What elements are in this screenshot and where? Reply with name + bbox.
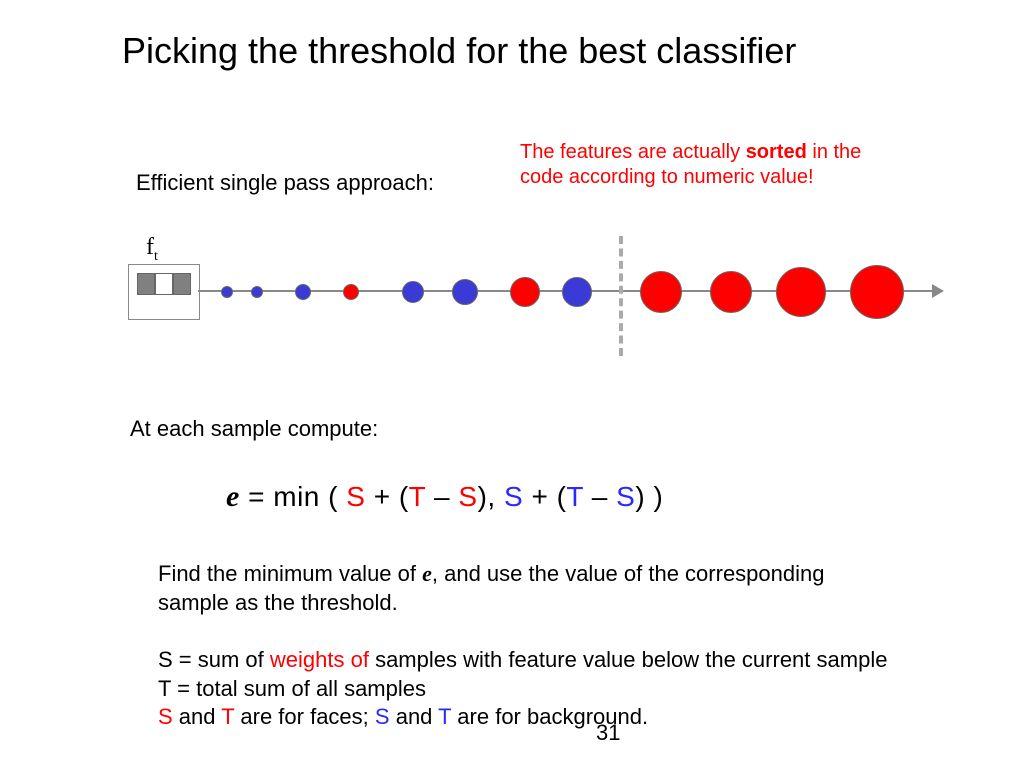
formula-T1: T (409, 481, 426, 512)
formula-dash2: – (584, 481, 617, 512)
page-number: 31 (596, 720, 620, 746)
sample-dot (776, 267, 826, 317)
note-pre: The features are actually (520, 141, 746, 163)
axis-label: ft (146, 234, 158, 265)
subtitle: Efficient single pass approach: (136, 170, 434, 196)
def-line1-red: weights of (270, 647, 369, 672)
formula-S1: S (346, 481, 365, 512)
sample-dot (452, 279, 478, 305)
formula-S2: S (458, 481, 477, 512)
axis-arrow-icon (932, 284, 944, 298)
sample-dot (295, 284, 311, 300)
ft-t: t (154, 249, 158, 264)
haar-feature-icon (128, 264, 200, 320)
desc-pre: Find the minimum value of (158, 561, 422, 586)
def-T-bg: T (438, 704, 451, 729)
formula-plus2: + ( (523, 481, 566, 512)
def-S-bg: S (375, 704, 390, 729)
ft-f: f (146, 234, 154, 260)
formula-eq: = min ( (240, 481, 346, 512)
error-formula: e = min ( S + (T – S), S + (T – S) ) (226, 480, 663, 514)
def-line2: T = total sum of all samples (158, 676, 426, 701)
sample-dot (251, 286, 263, 298)
haar-pattern (137, 273, 191, 295)
haar-dark-right (173, 273, 191, 295)
formula-S3: S (504, 481, 523, 512)
slide-title: Picking the threshold for the best class… (122, 30, 902, 71)
formula-plus1: + ( (365, 481, 408, 512)
sample-dot (640, 271, 682, 313)
sample-dot (221, 286, 233, 298)
slide: Picking the threshold for the best class… (0, 0, 1024, 768)
note-bold: sorted (746, 141, 807, 163)
def-and2: and (390, 704, 439, 729)
def-line1-post: samples with feature value below the cur… (369, 647, 887, 672)
formula-S4: S (616, 481, 635, 512)
sorted-note: The features are actually sorted in the … (520, 140, 890, 190)
sample-dot (343, 284, 359, 300)
threshold-line (619, 236, 623, 356)
def-line1-pre: S = sum of (158, 647, 270, 672)
def-and1: and (173, 704, 222, 729)
formula-T2: T (566, 481, 583, 512)
compute-heading: At each sample compute: (130, 416, 378, 442)
formula-e: e (226, 480, 240, 513)
description: Find the minimum value of e, and use the… (158, 560, 878, 617)
sample-dot (510, 277, 540, 307)
haar-light-mid (155, 273, 173, 295)
desc-e: e (422, 561, 432, 586)
formula-dash1: – (426, 481, 459, 512)
formula-close2: ) ) (635, 481, 663, 512)
haar-dark-left (137, 273, 155, 295)
sample-dot (850, 265, 904, 319)
sample-dot (402, 281, 424, 303)
sample-dot (710, 271, 752, 313)
formula-close1: ), (478, 481, 504, 512)
def-T-face: T (221, 704, 234, 729)
definitions: S = sum of weights of samples with featu… (158, 646, 888, 732)
def-S-face: S (158, 704, 173, 729)
sample-dot (562, 277, 592, 307)
def-mid: are for faces; (234, 704, 375, 729)
